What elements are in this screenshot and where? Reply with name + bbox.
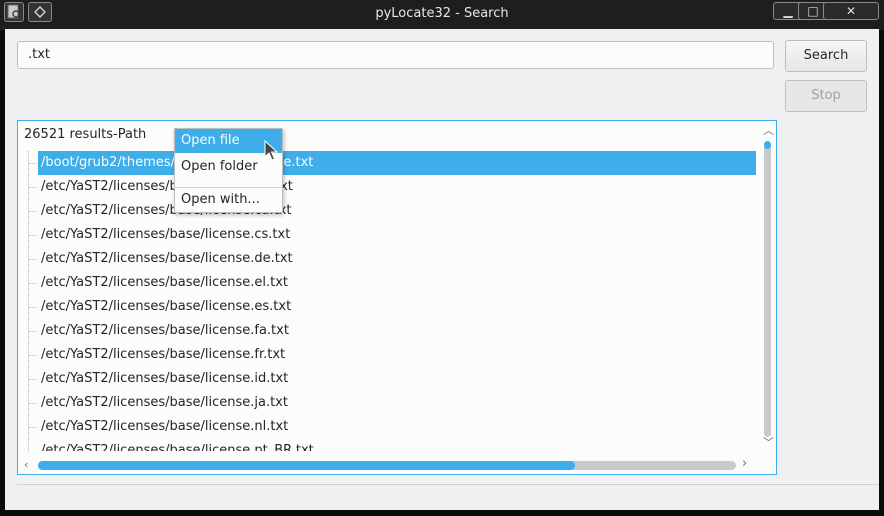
list-item[interactable]: /etc/YaST2/licenses/base/license.ja.txt bbox=[18, 391, 760, 415]
title-bar[interactable]: pyLocate32 - Search ▁ □ ✕ bbox=[0, 0, 884, 30]
vertical-scroll-track[interactable] bbox=[764, 145, 771, 437]
list-item-path: /etc/YaST2/licenses/base/license.es.txt bbox=[41, 299, 292, 314]
list-item-path: /etc/YaST2/licenses/base/license.nl.txt bbox=[41, 419, 289, 434]
search-input[interactable]: .txt bbox=[17, 41, 774, 69]
vertical-scroll-thumb[interactable] bbox=[764, 141, 771, 149]
list-item-path: /etc/YaST2/licenses/base/license.pt_BR.t… bbox=[41, 443, 314, 451]
list-item[interactable]: /etc/YaST2/licenses/base/license.pt_BR.t… bbox=[18, 439, 760, 451]
list-item[interactable]: /etc/YaST2/licenses/base/license.nl.txt bbox=[18, 415, 760, 439]
app-window: pyLocate32 - Search ▁ □ ✕ .txt Search St… bbox=[0, 0, 884, 516]
list-item-path: /etc/YaST2/licenses/base/license.ja.txt bbox=[41, 395, 288, 410]
scroll-up-icon[interactable]: ︿ bbox=[763, 125, 774, 137]
list-item-path: /etc/YaST2/licenses/base/license.fr.txt bbox=[41, 347, 286, 362]
list-item[interactable]: /etc/YaST2/licenses/base/license.de.txt bbox=[18, 247, 760, 271]
list-item-path: /etc/YaST2/licenses/base/license.el.txt bbox=[41, 275, 289, 290]
list-item[interactable]: /etc/YaST2/licenses/base/license.es.txt bbox=[18, 295, 760, 319]
scroll-down-icon[interactable]: ﹀ bbox=[763, 437, 774, 449]
results-list[interactable]: 26521 results-Path /boot/grub2/themes/op… bbox=[17, 120, 777, 475]
list-item-path: /etc/YaST2/licenses/base/license.id.txt bbox=[41, 371, 289, 386]
window-title: pyLocate32 - Search bbox=[375, 6, 509, 21]
stop-button[interactable]: Stop bbox=[785, 80, 867, 112]
list-item[interactable]: /etc/YaST2/licenses/base/license.fr.txt bbox=[18, 343, 760, 367]
list-item-path: /etc/YaST2/licenses/base/license.cs.txt bbox=[41, 227, 291, 242]
status-bar bbox=[17, 484, 879, 508]
list-item[interactable]: /etc/YaST2/licenses/base/license.ca.txt bbox=[18, 199, 760, 223]
vertical-scrollbar[interactable]: ︿ ﹀ bbox=[760, 121, 776, 454]
scroll-right-icon[interactable]: › bbox=[742, 457, 747, 470]
search-button[interactable]: Search bbox=[785, 40, 867, 72]
list-item[interactable]: /etc/YaST2/licenses/base/license.fa.txt bbox=[18, 319, 760, 343]
horizontal-scrollbar[interactable]: ‹ › bbox=[18, 456, 760, 474]
menu-item-open-with[interactable]: Open with... bbox=[175, 188, 282, 212]
list-item[interactable]: /etc/YaST2/licenses/base/license.bg.txt bbox=[18, 175, 760, 199]
list-item-path: /etc/YaST2/licenses/base/license.fa.txt bbox=[41, 323, 289, 338]
list-item-path: /etc/YaST2/licenses/base/license.bg.txt bbox=[41, 179, 293, 194]
horizontal-scroll-thumb[interactable] bbox=[38, 461, 575, 470]
scroll-left-icon[interactable]: ‹ bbox=[24, 459, 28, 471]
list-item[interactable]: /etc/YaST2/licenses/base/license.el.txt bbox=[18, 271, 760, 295]
list-item[interactable]: /etc/YaST2/licenses/base/license.id.txt bbox=[18, 367, 760, 391]
list-item-path: /etc/YaST2/licenses/base/license.de.txt bbox=[41, 251, 293, 266]
list-item[interactable]: /etc/YaST2/licenses/base/license.cs.txt bbox=[18, 223, 760, 247]
list-item-path: /boot/grub2/themes/openSUSE/license.txt bbox=[38, 151, 756, 175]
main-area: .txt Search Stop 26521 results-Path /boo… bbox=[5, 29, 879, 510]
results-rows: /boot/grub2/themes/openSUSE/license.txt /… bbox=[18, 151, 760, 451]
results-header[interactable]: 26521 results-Path bbox=[18, 121, 760, 149]
list-item-path: /etc/YaST2/licenses/base/license.ca.txt bbox=[41, 203, 292, 218]
close-button[interactable]: ✕ bbox=[823, 2, 879, 20]
mouse-cursor-icon bbox=[264, 140, 279, 161]
list-item[interactable]: /boot/grub2/themes/openSUSE/license.txt bbox=[18, 151, 760, 175]
